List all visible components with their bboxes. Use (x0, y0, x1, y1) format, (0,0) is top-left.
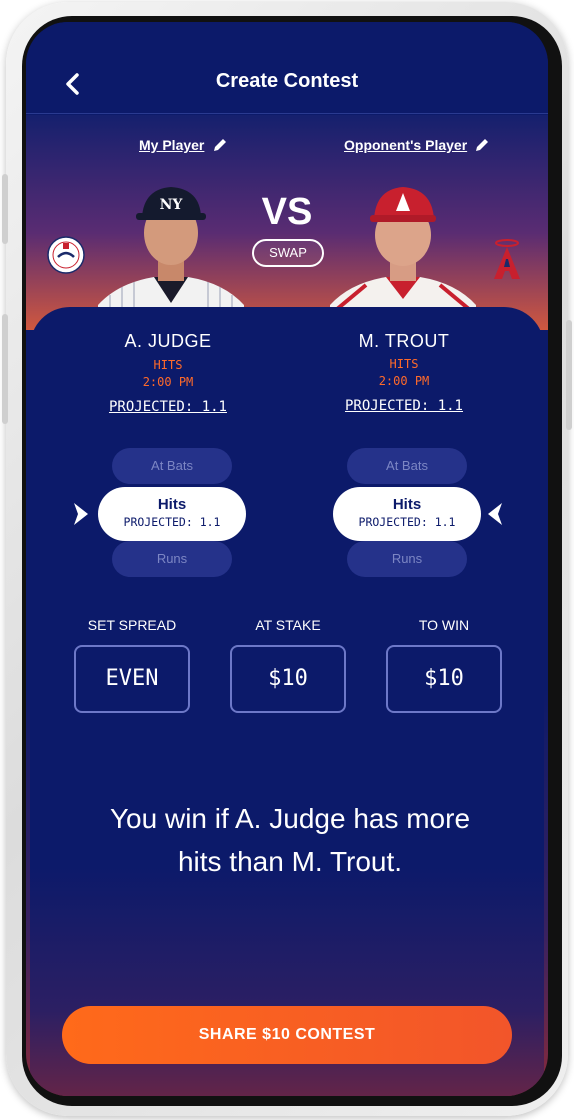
player-projected: PROJECTED: 1.1 (108, 399, 227, 415)
yankees-logo-icon (47, 236, 85, 274)
player-stat: HITS (389, 357, 419, 371)
stake-field[interactable]: $10 (230, 645, 346, 713)
stake-label: AT STAKE (255, 617, 321, 633)
header: Create Contest (26, 22, 548, 114)
summary-line: You win if A. Judge has more (109, 803, 471, 834)
app-screen: Create Contest My Player Opponent's Play… (26, 22, 548, 1096)
volume-button (2, 314, 8, 424)
pencil-icon[interactable] (474, 137, 490, 153)
page-title: Create Contest (215, 70, 359, 92)
arrow-left-icon (488, 503, 502, 525)
stat-option-at-bats[interactable]: At Bats (347, 448, 467, 484)
contest-summary: You win if A. Judge has more hits than M… (60, 797, 520, 883)
player-matchup: My Player Opponent's Player NY VS SWAP (26, 115, 548, 330)
vs-label: VS (261, 191, 313, 233)
spread-field[interactable]: EVEN (74, 645, 190, 713)
opponent-player-link[interactable]: Opponent's Player (344, 137, 467, 153)
selected-stat-projected: PROJECTED: 1.1 (358, 515, 456, 529)
summary-line: hits than M. Trout. (177, 846, 403, 877)
stat-option-runs[interactable]: Runs (112, 541, 232, 577)
my-player-link[interactable]: My Player (139, 137, 204, 153)
player-photo-judge: NY (98, 187, 244, 330)
selected-stat-projected: PROJECTED: 1.1 (123, 515, 221, 529)
game-time: 2:00 PM (142, 375, 194, 389)
game-time: 2:00 PM (378, 374, 430, 388)
share-contest-button[interactable]: SHARE $10 CONTEST (62, 1006, 512, 1064)
player-photo-trout (330, 187, 476, 330)
stat-option-at-bats[interactable]: At Bats (112, 448, 232, 484)
player-projected: PROJECTED: 1.1 (344, 398, 463, 414)
volume-button (2, 174, 8, 244)
pencil-icon[interactable] (212, 137, 228, 153)
power-button (566, 320, 572, 430)
player-stat: HITS (153, 358, 183, 372)
stat-option-selected[interactable]: Hits PROJECTED: 1.1 (98, 487, 246, 541)
stat-option-runs[interactable]: Runs (347, 541, 467, 577)
win-label: TO WIN (418, 617, 470, 633)
selected-stat-label: Hits (157, 496, 187, 513)
contest-card: A. JUDGE HITS 2:00 PM PROJECTED: 1.1 M. … (30, 307, 544, 1096)
win-field[interactable]: $10 (386, 645, 502, 713)
player-name: A. JUDGE (124, 331, 212, 351)
angels-logo-icon (494, 239, 520, 279)
stat-option-selected[interactable]: Hits PROJECTED: 1.1 (333, 487, 481, 541)
swap-button[interactable]: SWAP (252, 239, 324, 267)
selected-stat-label: Hits (392, 496, 422, 513)
arrow-right-icon (74, 503, 88, 525)
player-name: M. TROUT (358, 331, 450, 351)
spread-label: SET SPREAD (87, 617, 177, 633)
